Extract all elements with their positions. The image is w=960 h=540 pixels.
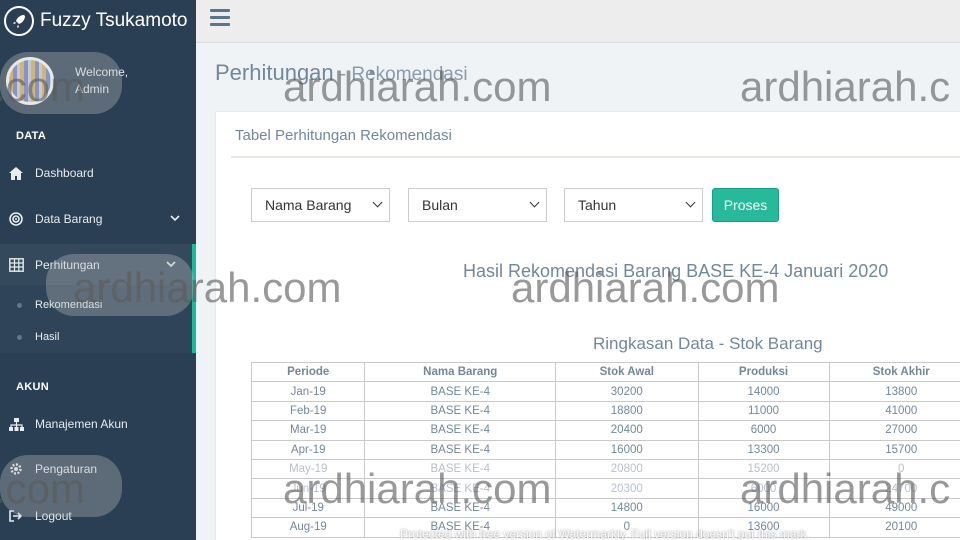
- cell-nama-barang: BASE KE-4: [364, 439, 557, 460]
- table-row: May-19 BASE KE-4 20800 15200 0: [250, 458, 960, 480]
- proses-button[interactable]: Proses: [712, 188, 779, 222]
- submenu-item-hasil[interactable]: Hasil: [0, 328, 192, 346]
- cell-periode: Feb-19: [250, 400, 366, 422]
- chevron-down-icon: [685, 197, 696, 208]
- table-row: Feb-19 BASE KE-4 18800 11000 41000: [250, 400, 960, 422]
- select-value: Bulan: [422, 197, 458, 213]
- cell-produksi: 16000: [697, 497, 830, 519]
- column-header: Stok Akhir: [828, 361, 960, 383]
- select-bulan[interactable]: Bulan: [408, 188, 547, 222]
- cell-stok-awal: 16000: [555, 439, 699, 460]
- cell-stok-akhir: 27000: [828, 420, 960, 441]
- table-row: Apr-19 BASE KE-4 16000 13300 15700: [250, 439, 960, 460]
- column-header: Produksi: [697, 361, 830, 383]
- bullet-icon: [17, 302, 22, 308]
- sidebar-item-label: Dashboard: [35, 166, 94, 180]
- column-header: Nama Barang: [364, 361, 557, 383]
- cell-stok-akhir: 41000: [828, 400, 960, 422]
- cell-periode: Aug-19: [250, 517, 366, 538]
- page-title: Perhitungan - Rekomendasi: [215, 60, 468, 85]
- table-row: Jan-19 BASE KE-4 30200 14000 13800: [250, 381, 960, 402]
- summary-title: Ringkasan Data - Stok Barang: [593, 334, 823, 353]
- sidebar-item-manajemen-akun[interactable]: Manajemen Akun: [0, 414, 196, 434]
- section-label-akun: AKUN: [16, 381, 49, 393]
- cell-produksi: 6000: [697, 478, 830, 499]
- table-header-row: Periode Nama Barang Stok Awal Produksi S…: [250, 361, 960, 383]
- cell-stok-awal: 30200: [555, 381, 699, 402]
- cell-stok-awal: 20300: [555, 478, 699, 499]
- watermark-notice: Protected with free version of Watermark…: [400, 527, 810, 540]
- cell-nama-barang: BASE KE-4: [364, 497, 557, 519]
- cell-periode: Jun-19: [250, 478, 366, 499]
- page-title-sub: Rekomendasi: [351, 64, 468, 85]
- panel-title: Tabel Perhitungan Rekomendasi: [235, 127, 452, 144]
- cell-periode: Jan-19: [250, 381, 366, 402]
- cell-produksi: 14000: [697, 381, 830, 402]
- cell-nama-barang: BASE KE-4: [364, 420, 557, 441]
- cell-stok-awal: 14800: [555, 497, 699, 519]
- result-title: Hasil Rekomendasi Barang BASE KE-4 Janua…: [463, 261, 889, 281]
- cell-stok-akhir: 0: [828, 458, 960, 480]
- watermark-pill: [46, 254, 194, 316]
- cell-produksi: 13300: [697, 439, 830, 460]
- table-row: Mar-19 BASE KE-4 20400 6000 27000: [250, 420, 960, 441]
- cell-nama-barang: BASE KE-4: [364, 381, 557, 402]
- bullet-icon: [17, 334, 22, 340]
- watermark-text: ardhiarah.c: [740, 63, 951, 110]
- select-value: Tahun: [578, 197, 617, 213]
- cell-stok-awal: 20400: [555, 420, 699, 441]
- content-panel: Tabel Perhitungan Rekomendasi Nama Baran…: [215, 111, 960, 540]
- sidebar-item-label: Manajemen Akun: [35, 417, 128, 431]
- cell-stok-akhir: 13800: [828, 381, 960, 402]
- brand[interactable]: Fuzzy Tsukamoto: [0, 0, 196, 42]
- cell-produksi: 15200: [697, 458, 830, 480]
- column-header: Periode: [250, 361, 366, 383]
- sidebar-item-label: Data Barang: [35, 212, 103, 226]
- cell-stok-akhir: 20100: [828, 517, 960, 538]
- sidebar-item-data-barang[interactable]: Data Barang: [0, 209, 196, 229]
- top-navbar: [196, 0, 960, 43]
- target-icon: [8, 211, 24, 227]
- stock-summary-table: Periode Nama Barang Stok Awal Produksi S…: [250, 361, 960, 538]
- table-icon: [8, 257, 24, 273]
- chevron-down-icon: [170, 213, 180, 225]
- cell-periode: Apr-19: [250, 439, 366, 460]
- cell-produksi: 11000: [697, 400, 830, 422]
- cell-periode: Jul-19: [250, 497, 366, 519]
- cell-stok-akhir: 24700: [828, 478, 960, 499]
- chevron-down-icon: [529, 197, 540, 208]
- select-value: Nama Barang: [265, 197, 352, 213]
- cell-stok-akhir: 49000: [828, 497, 960, 519]
- column-header: Stok Awal: [555, 361, 699, 383]
- table-row: Jun-19 BASE KE-4 20300 6000 24700: [250, 478, 960, 499]
- cell-periode: Mar-19: [250, 420, 366, 441]
- home-icon: [8, 165, 24, 181]
- rocket-icon: [4, 6, 34, 36]
- brand-title: Fuzzy Tsukamoto: [40, 10, 188, 31]
- section-label-data: DATA: [16, 130, 47, 142]
- sitemap-icon: [8, 416, 24, 432]
- menu-toggle-icon[interactable]: [210, 9, 230, 30]
- cell-produksi: 6000: [697, 420, 830, 441]
- sidebar-item-dashboard[interactable]: Dashboard: [0, 163, 196, 183]
- select-tahun[interactable]: Tahun: [564, 188, 703, 222]
- watermark-pill: [0, 455, 122, 517]
- table-row: Jul-19 BASE KE-4 14800 16000 49000: [250, 497, 960, 519]
- divider: [231, 156, 960, 158]
- cell-stok-awal: 18800: [555, 400, 699, 422]
- cell-stok-awal: 20800: [555, 458, 699, 480]
- cell-nama-barang: BASE KE-4: [364, 478, 557, 499]
- cell-nama-barang: BASE KE-4: [364, 400, 557, 422]
- cell-nama-barang: BASE KE-4: [364, 458, 557, 480]
- cell-periode: May-19: [250, 458, 366, 480]
- page-title-main: Perhitungan: [215, 60, 334, 85]
- submenu-item-label: Hasil: [35, 331, 60, 343]
- watermark-pill: [0, 52, 122, 114]
- select-nama-barang[interactable]: Nama Barang: [251, 188, 390, 222]
- cell-stok-akhir: 15700: [828, 439, 960, 460]
- chevron-down-icon: [372, 197, 383, 208]
